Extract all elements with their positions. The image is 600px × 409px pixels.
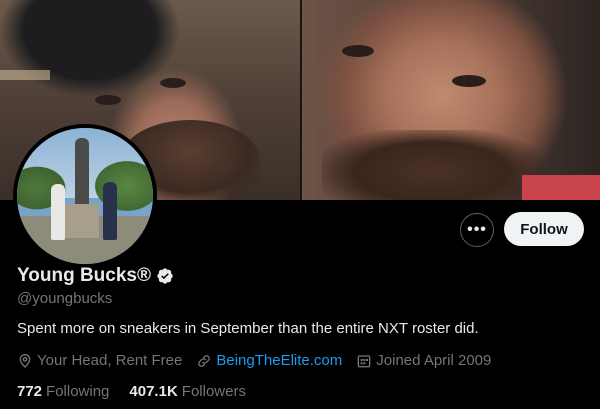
- joined-item: Joined April 2009: [356, 352, 491, 369]
- joined-text: Joined April 2009: [376, 352, 492, 369]
- follow-button[interactable]: Follow: [504, 212, 584, 246]
- link-icon: [198, 354, 211, 367]
- followers-stat[interactable]: 407.1K Followers: [129, 383, 246, 400]
- following-stat[interactable]: 772 Following: [17, 383, 109, 400]
- avatar[interactable]: [13, 124, 157, 268]
- location-item: Your Head, Rent Free: [17, 352, 182, 369]
- more-icon: •••: [467, 221, 487, 238]
- following-count: 772: [17, 383, 43, 400]
- calendar-icon: [357, 354, 371, 367]
- location-icon: [19, 353, 31, 368]
- profile-meta: Your Head, Rent Free BeingTheElite.com J…: [17, 352, 505, 369]
- verified-badge-icon[interactable]: [156, 267, 174, 285]
- more-options-button[interactable]: •••: [460, 213, 494, 247]
- profile-bio: Spent more on sneakers in September than…: [17, 320, 479, 337]
- location-text: Your Head, Rent Free: [37, 352, 183, 369]
- banner-photo-right: [302, 0, 600, 200]
- profile-name: Young Bucks®: [17, 265, 151, 286]
- profile-stats: 772 Following 407.1K Followers: [17, 383, 266, 400]
- website-item: BeingTheElite.com: [196, 352, 342, 369]
- website-link[interactable]: BeingTheElite.com: [216, 352, 342, 369]
- profile-name-row: Young Bucks®: [17, 265, 174, 287]
- followers-count: 407.1K: [129, 383, 178, 400]
- followers-label: Followers: [181, 383, 246, 400]
- following-label: Following: [46, 383, 110, 400]
- profile-handle: @youngbucks: [17, 290, 113, 307]
